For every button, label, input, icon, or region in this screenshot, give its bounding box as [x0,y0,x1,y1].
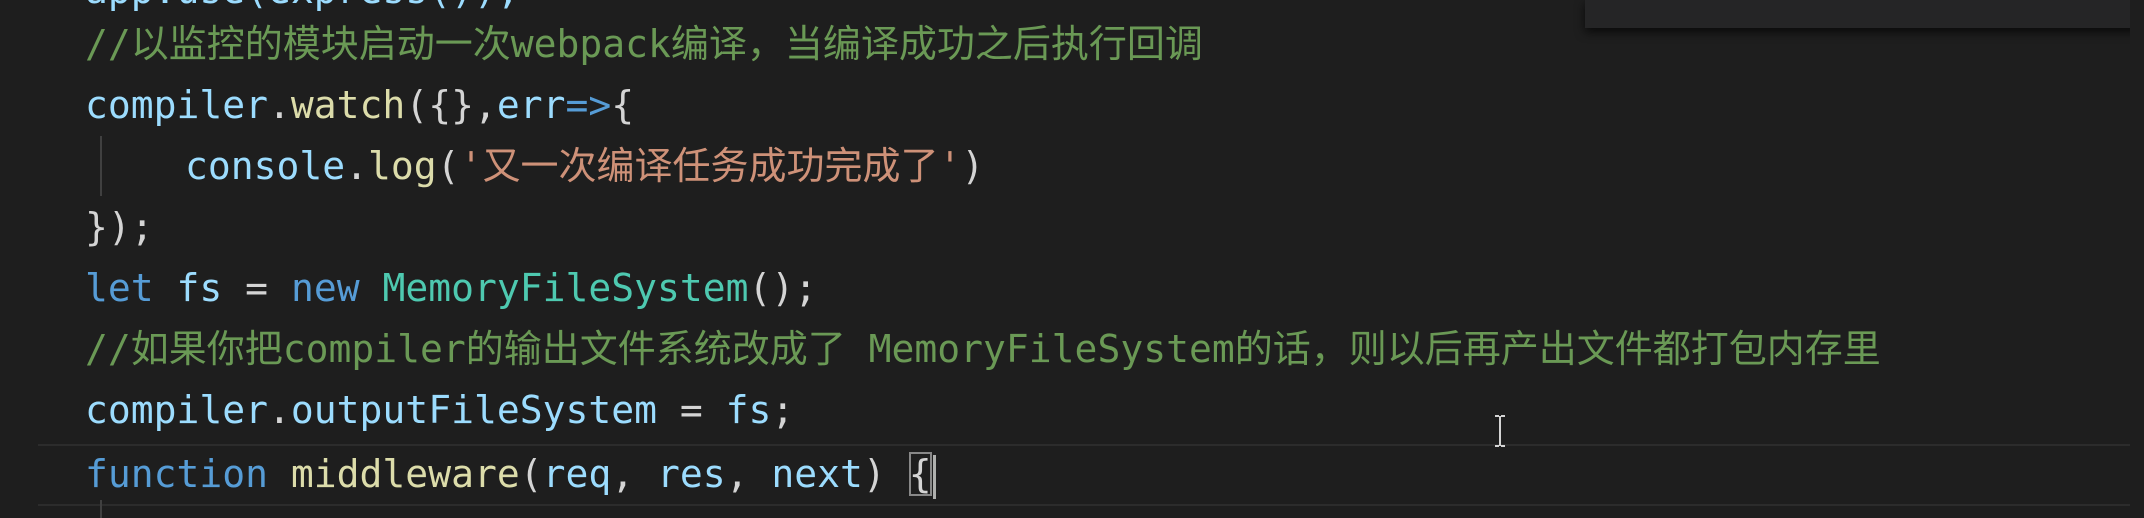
code-line[interactable]: }); [85,197,154,257]
code-token-var: fs [176,266,223,310]
code-line[interactable]: //如果你把compiler的输出文件系统改成了 MemoryFileSyste… [85,319,1881,379]
code-token-punct: . [268,388,291,432]
code-token-punct: ) [961,144,985,188]
code-token-punct [268,452,291,496]
text-cursor-icon [1495,415,1505,447]
code-token-punct [360,266,383,310]
code-line[interactable]: function middleware(req, res, next) { [85,444,936,504]
code-line[interactable]: compiler.outputFileSystem = fs; [85,380,794,440]
code-token-bracket-match: { [908,452,932,496]
code-line[interactable]: //以监控的模块启动一次webpack编译，当编译成功之后执行回调 [85,14,1203,74]
code-token-punct: = [656,388,726,432]
code-token-func: watch [290,83,406,127]
code-token-class: MemoryFileSystem [382,266,749,310]
code-token-punct: . [345,144,369,188]
editor-gutter [0,0,38,518]
code-line[interactable]: console.log('又一次编译任务成功完成了') [185,136,984,196]
code-token-var: outputFileSystem [290,388,657,432]
code-token-punct: , [725,452,772,496]
code-token-punct: ) [862,452,909,496]
code-token-var: compiler [85,83,269,127]
code-token-var: next [771,452,863,496]
code-token-punct: { [611,83,635,127]
code-token-comment: //以监控的模块启动一次webpack编译，当编译成功之后执行回调 [85,22,1203,66]
code-token-var: err [496,83,566,127]
code-token-punct: ; [771,388,795,432]
code-token-punct: , [611,452,657,496]
vertical-scrollbar[interactable] [2130,0,2144,518]
code-token-punct: ({}, [405,83,497,127]
code-token-var: req [542,452,612,496]
code-token-var: compiler [85,388,269,432]
code-token-func: log [368,144,437,188]
code-token-keyword: new [290,266,360,310]
code-token-var: console [185,144,346,188]
code-editor[interactable]: app.use(express()); //以监控的模块启动一次webpack编… [0,0,2144,518]
code-token-var: res [657,452,726,496]
text-caret [932,454,936,499]
editor-overlay-widget[interactable] [1585,0,2144,28]
code-token-punct: ( [436,144,460,188]
code-token-punct: (); [748,266,818,310]
code-token-comment: //如果你把compiler的输出文件系统改成了 MemoryFileSyste… [85,327,1881,371]
indent-guide [100,136,102,196]
code-token-punct [154,266,177,310]
code-token-keyword: let [85,266,154,310]
code-token-var: fs [725,388,772,432]
code-token-keyword: => [565,83,612,127]
code-token-string: '又一次编译任务成功完成了' [459,144,962,188]
code-token-func: middleware [290,452,520,496]
code-token-punct: ( [519,452,543,496]
code-line[interactable]: compiler.watch({},err=>{ [85,75,634,135]
code-token-punct: = [222,266,291,310]
code-token-punct: }); [85,205,154,249]
code-line[interactable]: let fs = new MemoryFileSystem(); [85,258,817,318]
code-token-punct: . [268,83,291,127]
code-token-keyword: function [85,452,269,496]
